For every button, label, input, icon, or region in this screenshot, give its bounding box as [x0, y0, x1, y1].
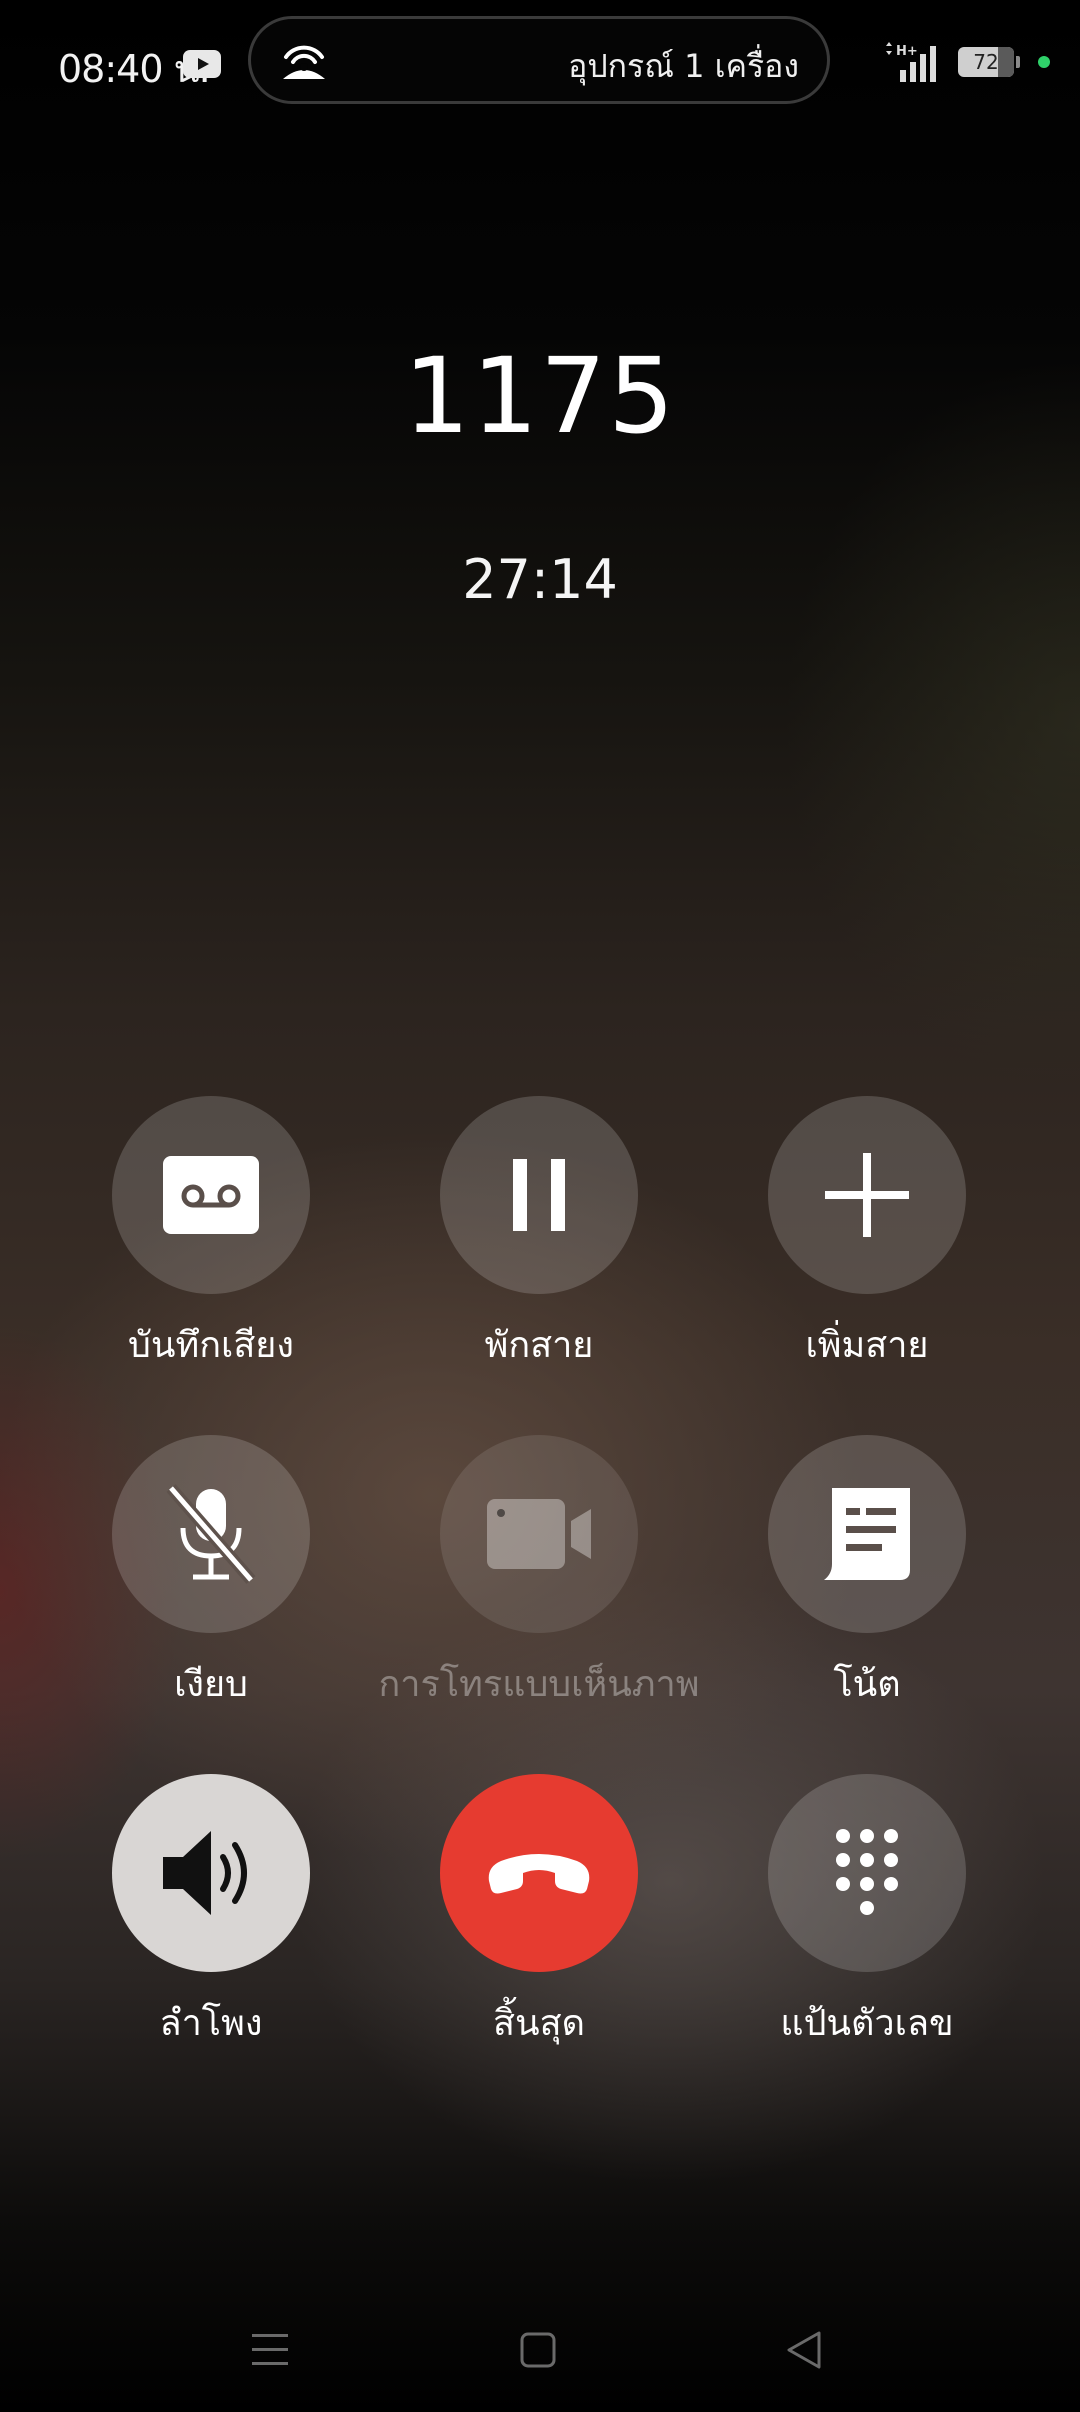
mute-control: เงียบ: [47, 1435, 375, 1712]
battery-level: 72: [973, 50, 999, 74]
speaker-icon: [163, 1831, 247, 1915]
record-label: บันทึกเสียง: [128, 1325, 294, 1366]
notes-label: โน้ต: [833, 1664, 901, 1705]
hold-label: พักสาย: [484, 1325, 594, 1366]
notes-control: โน้ต: [703, 1435, 1031, 1712]
add-call-label: เพิ่มสาย: [805, 1325, 929, 1366]
video-call-control: การโทรแบบเห็นภาพ: [375, 1435, 703, 1712]
signal-icon: H+: [886, 42, 936, 82]
navigation-bar: [0, 2300, 1080, 2390]
keypad-control: แป้นตัวเลข: [703, 1774, 1031, 2051]
mic-off-icon: [166, 1484, 256, 1584]
notes-button[interactable]: [768, 1435, 966, 1633]
home-button[interactable]: [508, 2320, 568, 2380]
back-icon: [787, 2331, 821, 2369]
speaker-control: ลำโพง: [47, 1774, 375, 2051]
speaker-button[interactable]: [112, 1774, 310, 1972]
plus-icon: [825, 1153, 909, 1237]
add-call-control: เพิ่มสาย: [703, 1096, 1031, 1373]
pause-icon: [513, 1159, 565, 1231]
menu-button[interactable]: [240, 2320, 300, 2380]
video-call-button[interactable]: [440, 1435, 638, 1633]
hotspot-icon: [283, 45, 325, 79]
keypad-label: แป้นตัวเลข: [780, 2003, 954, 2044]
record-button[interactable]: [112, 1096, 310, 1294]
hold-button[interactable]: [440, 1096, 638, 1294]
end-call-button[interactable]: [440, 1774, 638, 1972]
caller-number: 1175: [403, 335, 677, 457]
status-icons: H+ 72: [882, 40, 1050, 84]
mute-button[interactable]: [112, 1435, 310, 1633]
battery-icon: 72: [958, 47, 1020, 77]
hotspot-pill[interactable]: อุปกรณ์ 1 เครื่อง: [248, 16, 830, 104]
home-icon: [520, 2332, 556, 2368]
hold-control: พักสาย: [375, 1096, 703, 1373]
voicemail-tape-icon: [163, 1156, 259, 1234]
status-bar: 08:40 น. อุปกรณ์ 1 เครื่อง H+ 72: [0, 0, 1080, 124]
record-control: บันทึกเสียง: [47, 1096, 375, 1373]
youtube-icon: [183, 50, 221, 78]
end-call-label: สิ้นสุด: [493, 2003, 585, 2044]
video-camera-icon: [487, 1499, 591, 1569]
keypad-button[interactable]: [768, 1774, 966, 1972]
end-call-control: สิ้นสุด: [375, 1774, 703, 2051]
back-button[interactable]: [774, 2320, 834, 2380]
call-duration: 27:14: [462, 548, 618, 611]
network-type: H+: [896, 44, 918, 59]
video-call-label: การโทรแบบเห็นภาพ: [378, 1664, 700, 1705]
hotspot-text: อุปกรณ์ 1 เครื่อง: [568, 47, 799, 85]
speaker-label: ลำโพง: [159, 2003, 263, 2044]
hang-up-icon: [488, 1854, 590, 1894]
mute-label: เงียบ: [174, 1664, 248, 1705]
note-icon: [824, 1488, 910, 1580]
menu-icon: [252, 2334, 288, 2365]
privacy-indicator-dot: [1038, 56, 1050, 68]
add-call-button[interactable]: [768, 1096, 966, 1294]
dialpad-icon: [836, 1829, 898, 1915]
